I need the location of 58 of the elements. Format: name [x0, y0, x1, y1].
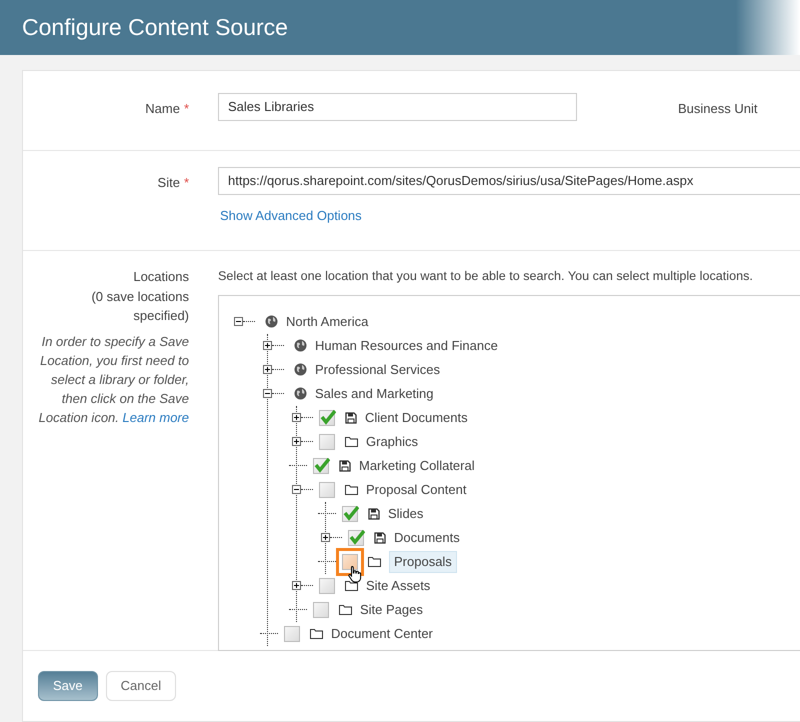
expand-icon[interactable] — [292, 437, 301, 446]
tree-item[interactable]: Site Assets — [366, 576, 430, 596]
collapse-icon[interactable] — [292, 485, 301, 494]
tree-item[interactable]: Proposal Content — [366, 480, 466, 500]
help-text: In order to specify a Save Location, you first need to select a library or folder, then click on the Save Location icon. Learn more — [38, 332, 189, 426]
field-label: Name — [145, 101, 180, 116]
folder-icon — [345, 436, 358, 448]
tree-item[interactable]: North America — [286, 312, 368, 332]
cancel-button[interactable]: Cancel — [106, 671, 176, 700]
advanced-options-link[interactable]: Show Advanced Options — [220, 206, 362, 226]
expand-icon[interactable] — [263, 341, 272, 350]
name-input[interactable]: Sales Libraries — [218, 93, 577, 121]
globe-icon — [294, 339, 307, 352]
site-input[interactable]: https://qorus.sharepoint.com/sites/QorusDemos/sirius/usa/SitePages/Home.aspx — [218, 167, 800, 195]
tree-item[interactable]: Graphics — [366, 432, 418, 452]
field-label: Site — [158, 175, 180, 190]
tree-item[interactable]: Human Resources and Finance — [315, 336, 498, 356]
checkbox[interactable] — [319, 434, 335, 450]
expand-icon[interactable] — [292, 413, 301, 422]
globe-icon — [294, 387, 307, 400]
expand-icon[interactable] — [263, 365, 272, 374]
expand-icon[interactable] — [321, 533, 330, 542]
folder-icon — [368, 556, 381, 568]
tree-item[interactable]: Professional Services — [315, 360, 440, 380]
tree-item[interactable]: Sales and Marketing — [315, 384, 434, 404]
collapse-icon[interactable] — [263, 389, 272, 398]
location-count: (0 save locations specified) — [90, 288, 189, 325]
learn-more-link[interactable]: Learn more — [122, 410, 189, 424]
tree-item[interactable]: Proposals — [389, 551, 457, 573]
checkbox[interactable] — [284, 626, 300, 642]
tree-item[interactable]: Document Center — [331, 624, 433, 644]
checkbox[interactable] — [313, 602, 329, 618]
hand-cursor-icon — [348, 564, 362, 584]
folder-icon — [310, 628, 323, 640]
checkbox[interactable] — [319, 482, 335, 498]
tree-item[interactable]: Documents — [394, 528, 460, 548]
tree-item[interactable]: Client Documents — [365, 408, 468, 428]
field-label: Locations — [132, 268, 189, 286]
tree-item[interactable]: Marketing Collateral — [359, 456, 475, 476]
checkbox[interactable] — [319, 578, 335, 594]
expand-icon[interactable] — [292, 581, 301, 590]
required-mark: * — [184, 175, 189, 190]
required-mark: * — [184, 101, 189, 116]
checkbox[interactable] — [348, 530, 364, 546]
checkbox[interactable] — [342, 506, 358, 522]
folder-icon — [339, 604, 352, 616]
instructions-text: Select at least one location that you want to be able to search. You can select multiple locations. — [218, 268, 754, 285]
tree-item[interactable]: Slides — [388, 504, 424, 524]
folder-icon — [345, 484, 358, 496]
page-title: Configure Content Source — [22, 13, 288, 42]
checkbox[interactable] — [319, 410, 335, 426]
collapse-icon[interactable] — [234, 317, 243, 326]
checkbox[interactable] — [313, 458, 329, 474]
globe-icon — [265, 315, 278, 328]
tree-item[interactable]: Site Pages — [360, 600, 423, 620]
globe-icon — [294, 363, 307, 376]
folder-icon — [345, 580, 358, 592]
field-label: Business Unit — [678, 100, 758, 118]
